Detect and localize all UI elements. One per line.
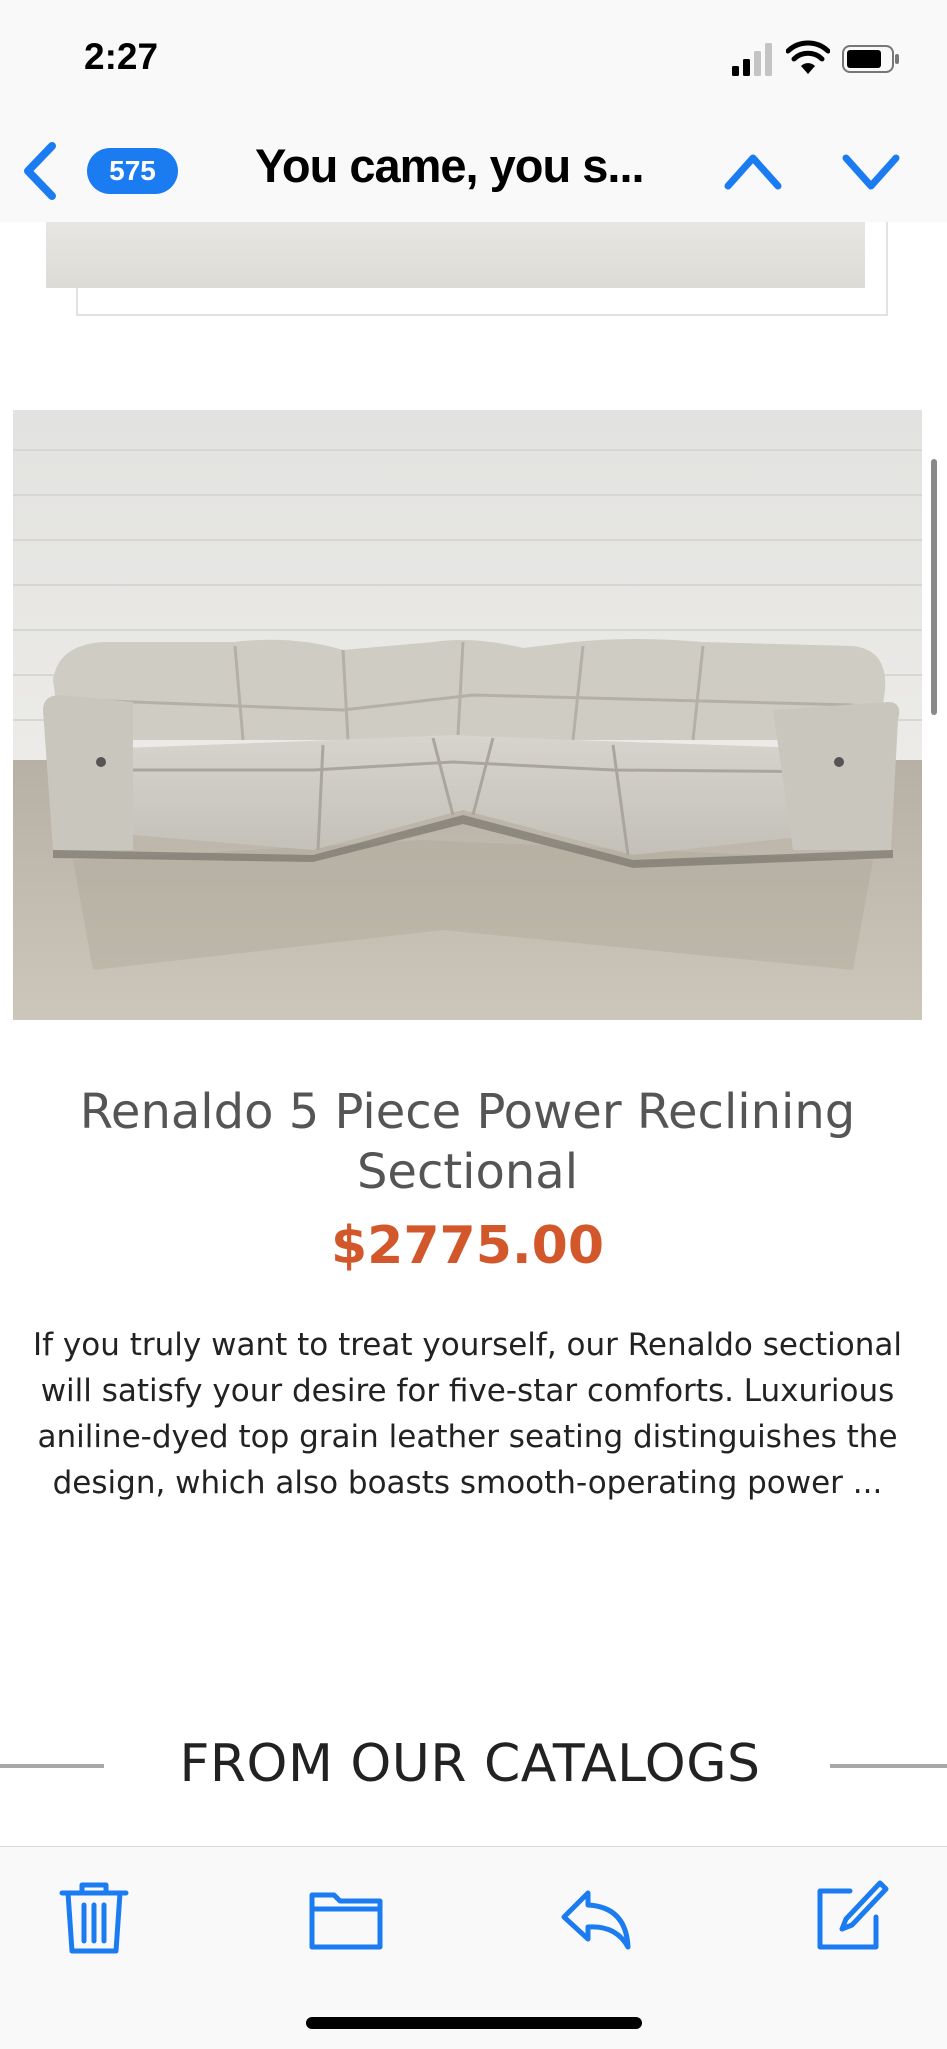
chevron-left-icon[interactable]	[18, 140, 62, 202]
unread-count-badge[interactable]: 575	[87, 148, 178, 194]
status-bar: 2:27	[0, 0, 947, 118]
compose-icon[interactable]	[810, 1877, 890, 1957]
divider-right	[830, 1764, 947, 1768]
product-description: If you truly want to treat yourself, our…	[33, 1327, 902, 1501]
home-indicator[interactable]	[306, 2017, 642, 2029]
divider-left	[0, 1764, 104, 1768]
chevron-down-icon[interactable]	[840, 146, 902, 196]
folder-icon[interactable]	[306, 1877, 386, 1957]
reply-icon[interactable]	[558, 1877, 638, 1957]
product-price: $2775.00	[330, 1216, 605, 1276]
scroll-indicator[interactable]	[931, 459, 937, 715]
mail-navigation-bar: 575 You came, you s...	[0, 118, 947, 223]
email-body[interactable]: Renaldo 5 Piece Power Reclining Sectiona…	[0, 222, 947, 1846]
mail-toolbar	[0, 1846, 947, 2049]
battery-icon	[842, 45, 899, 73]
wifi-icon	[786, 40, 830, 74]
trash-icon[interactable]	[54, 1877, 134, 1957]
sectional-sofa-illustration	[13, 410, 922, 1020]
product-image[interactable]	[13, 410, 922, 1020]
cellular-signal-icon	[732, 43, 772, 76]
product-title[interactable]: Renaldo 5 Piece Power Reclining Sectiona…	[40, 1082, 895, 1202]
status-time: 2:27	[84, 36, 159, 77]
email-subject: You came, you s...	[255, 139, 645, 192]
chevron-up-icon[interactable]	[722, 146, 784, 196]
previous-product-image[interactable]	[46, 222, 865, 288]
catalogs-section-heading: FROM OUR CATALOGS	[179, 1734, 761, 1794]
